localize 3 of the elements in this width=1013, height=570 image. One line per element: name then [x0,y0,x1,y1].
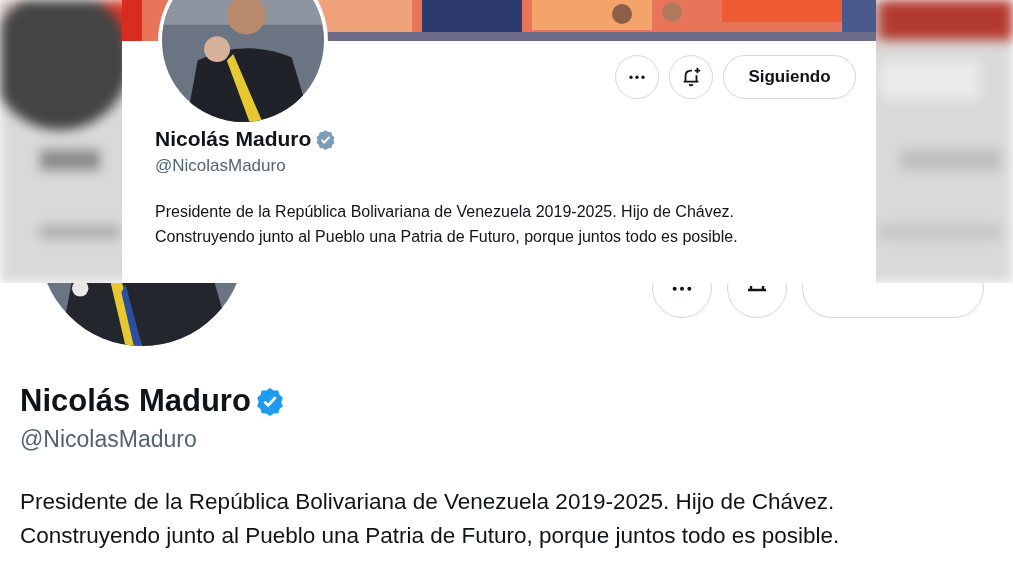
profile-name: Nicolás Maduro [20,382,251,420]
profile-bio: Presidente de la República Bolivariana de Venezuela 2019-2025. Hijo de Chávez. Construyendo junto al Pueblo una Patria de Futuro, porque juntos todo es posible. [20,487,840,550]
profile-handle: @NicolasMaduro [20,425,197,454]
